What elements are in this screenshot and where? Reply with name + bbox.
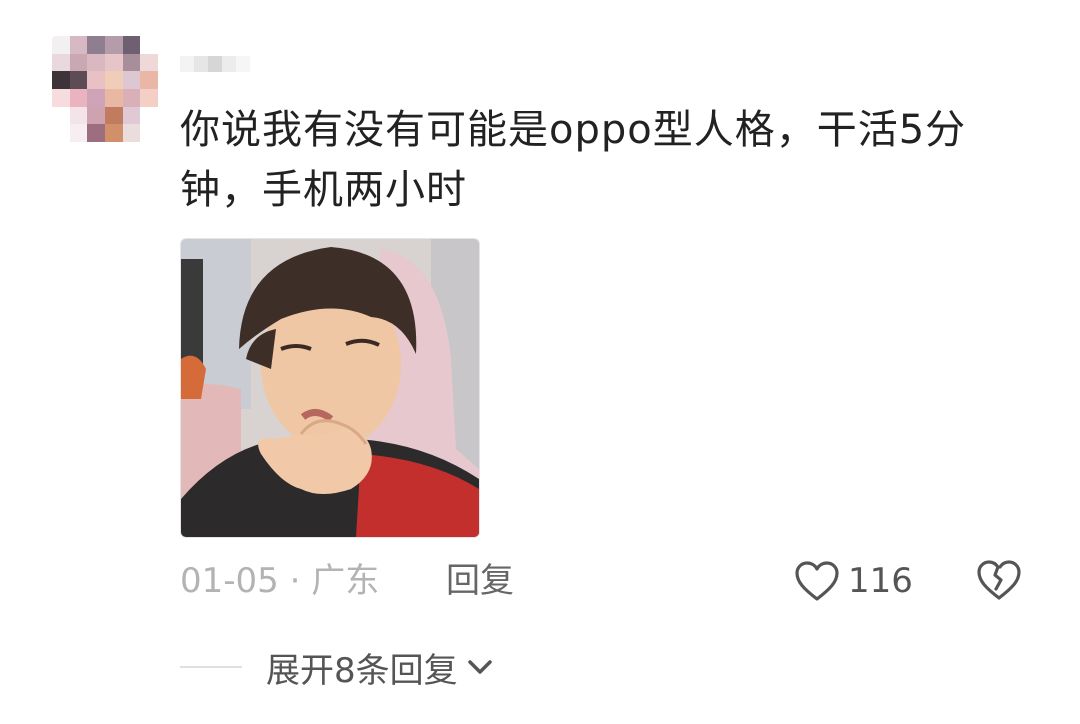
chevron-down-icon — [467, 660, 492, 674]
expand-replies-row: 展开8条回复 — [180, 642, 494, 692]
date-location: 01-05 · 广东 — [180, 561, 380, 601]
heart-outline-icon — [795, 561, 839, 601]
comment-meta: 01-05 · 广东 回复 116 — [180, 556, 1040, 606]
like-count: 116 — [848, 561, 913, 601]
comment-text: 你说我有没有可能是oppo型人格，干活5分钟，手机两小时 — [180, 107, 967, 213]
broken-heart-icon[interactable] — [976, 558, 1022, 604]
like-button[interactable]: 116 — [794, 558, 913, 604]
reply-button[interactable]: 回复 — [446, 556, 514, 606]
divider — [180, 666, 242, 668]
comment-image[interactable] — [180, 238, 480, 538]
comment-item: 你说我有没有可能是oppo型人格，干活5分钟，手机两小时 01-05 · 广东 … — [0, 0, 1080, 724]
meme-photo — [181, 239, 479, 537]
avatar[interactable] — [52, 36, 158, 142]
expand-replies-label: 展开8条回复 — [266, 650, 458, 691]
expand-replies-button[interactable]: 展开8条回复 — [266, 643, 494, 692]
username[interactable] — [180, 56, 250, 72]
